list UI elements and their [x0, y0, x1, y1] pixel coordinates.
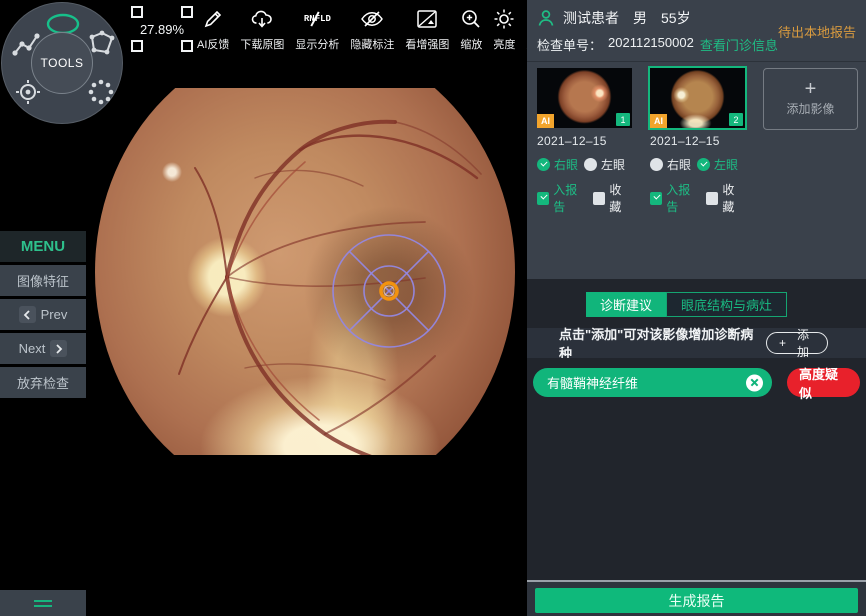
favorite-checkbox[interactable]: 收藏: [593, 181, 632, 215]
favorite-checkbox[interactable]: 收藏: [706, 181, 745, 215]
image-number-badge: 1: [616, 113, 630, 126]
report-status-badge: 待出本地报告: [778, 22, 856, 41]
patient-header: 测试患者 男 55岁 待出本地报告 检查单号： 202112150002 查看门…: [527, 0, 866, 62]
cloud-download-icon: [250, 6, 274, 32]
image-viewer-canvas[interactable]: TOOLS 27.89% AI反馈 下载原图: [0, 0, 527, 616]
image-number-badge: 2: [729, 113, 743, 126]
ai-badge: AI: [650, 114, 667, 128]
panel-footer: 生成报告: [527, 582, 866, 616]
fundus-image[interactable]: [95, 88, 515, 455]
include-in-report-checkbox[interactable]: 入报告: [537, 181, 587, 215]
diagnosis-tag-row: 有髓鞘神经纤维 高度疑似: [533, 368, 860, 397]
image-toolbar: AI反馈 下载原图 RNFLD 显示分析: [197, 6, 559, 52]
right-eye-radio[interactable]: 右眼: [650, 156, 691, 173]
patient-icon: [537, 9, 555, 27]
checkbox-unchecked-icon: [593, 192, 605, 205]
plus-icon: +: [779, 336, 786, 350]
download-original-button[interactable]: 下载原图: [240, 6, 284, 52]
image-thumbnails: AI 1 2021–12–15 右眼 左眼 入报告: [527, 68, 866, 215]
viewer-menu: MENU 图像特征 Prev Next 放弃检查: [0, 231, 86, 398]
rnfld-icon: RNFLD: [304, 6, 331, 32]
brightness-icon: [493, 6, 515, 32]
macula-target-annotation[interactable]: [324, 226, 454, 356]
target-tool-icon[interactable]: [15, 79, 41, 105]
menu-item-image-features[interactable]: 图像特征: [0, 265, 86, 296]
diagnosis-list-zone: 有髓鞘神经纤维 高度疑似: [527, 358, 866, 580]
diagnosis-tabs-zone: 诊断建议 眼底结构与病灶: [527, 279, 866, 328]
ai-feedback-button[interactable]: AI反馈: [197, 6, 229, 52]
remove-diagnosis-icon[interactable]: [746, 374, 763, 391]
frame-corner: [131, 40, 143, 52]
frame-corner: [181, 6, 193, 18]
enhanced-image-icon: [416, 6, 438, 32]
generate-report-button[interactable]: 生成报告: [535, 588, 858, 613]
patient-age: 55岁: [661, 8, 691, 28]
checkbox-unchecked-icon: [706, 192, 718, 205]
exam-no-label: 检查单号：: [537, 35, 602, 54]
capture-date: 2021–12–15: [650, 134, 745, 148]
freehand-region-tool-icon[interactable]: [87, 78, 115, 106]
severity-badge: 高度疑似: [787, 368, 860, 397]
checkbox-checked-icon: [650, 192, 662, 205]
menu-item-prev[interactable]: Prev: [0, 299, 86, 330]
radio-checked-icon: [537, 158, 550, 171]
patient-name: 测试患者: [563, 8, 619, 28]
tab-fundus-structure-lesions[interactable]: 眼底结构与病灶: [666, 292, 787, 317]
zoom-button[interactable]: 缩放: [460, 6, 482, 52]
capture-date: 2021–12–15: [537, 134, 632, 148]
chevron-right-icon[interactable]: [50, 340, 67, 357]
frame-corner: [181, 40, 193, 52]
collapsed-menu-button[interactable]: [0, 590, 86, 616]
patient-gender: 男: [633, 8, 647, 28]
outpatient-info-link[interactable]: 查看门诊信息: [700, 35, 778, 54]
add-image-button[interactable]: + 添加影像: [763, 68, 858, 130]
radio-checked-icon: [697, 158, 710, 171]
checkbox-checked-icon: [537, 192, 549, 205]
enhanced-image-button[interactable]: 看增强图: [405, 6, 449, 52]
left-eye-radio[interactable]: 左眼: [584, 156, 625, 173]
include-in-report-checkbox[interactable]: 入报告: [650, 181, 700, 215]
zoom-in-icon: [460, 6, 482, 32]
add-diagnosis-button[interactable]: + 添加: [766, 332, 828, 354]
fundus-reading-app: { "colors": { "accent_green": "#12b67e",…: [0, 0, 866, 616]
thumbnail-column-1: AI 1 2021–12–15 右眼 左眼 入报告: [537, 68, 632, 215]
pencil-icon: [202, 6, 224, 32]
hamburger-icon: [34, 600, 52, 607]
chevron-left-icon[interactable]: [19, 306, 36, 323]
thumbnail-1[interactable]: AI 1: [537, 68, 632, 128]
add-diagnosis-hint: 点击"添加"可对该影像增加诊断病种: [559, 324, 766, 362]
plus-icon: +: [805, 81, 817, 97]
tools-hub-button[interactable]: TOOLS: [31, 32, 93, 94]
add-diagnosis-row: 点击"添加"可对该影像增加诊断病种 + 添加: [527, 328, 866, 358]
menu-item-abandon-exam[interactable]: 放弃检查: [0, 367, 86, 398]
right-eye-radio[interactable]: 右眼: [537, 156, 578, 173]
frame-corner: [131, 6, 143, 18]
exam-no-value: 202112150002: [608, 35, 694, 54]
eye-off-icon: [359, 6, 385, 32]
zoom-level-value: 27.89%: [140, 22, 184, 37]
radio-unchecked-icon: [584, 158, 597, 171]
exam-side-panel: 测试患者 男 55岁 待出本地报告 检查单号： 202112150002 查看门…: [527, 0, 866, 616]
thumbnail-column-2: AI 2 2021–12–15 右眼 左眼 入报告: [650, 68, 745, 215]
brightness-button[interactable]: 亮度: [493, 6, 515, 52]
hide-annotations-button[interactable]: 隐藏标注: [350, 6, 394, 52]
add-image-column: + 添加影像: [763, 68, 858, 215]
radio-unchecked-icon: [650, 158, 663, 171]
tools-wheel[interactable]: TOOLS: [1, 2, 123, 124]
show-analysis-button[interactable]: RNFLD 显示分析: [295, 6, 339, 52]
polygon-tool-icon[interactable]: [88, 30, 116, 57]
zoom-level-indicator: 27.89%: [131, 6, 193, 52]
tools-hub-label: TOOLS: [41, 56, 84, 70]
left-eye-radio[interactable]: 左眼: [697, 156, 738, 173]
thumbnail-2[interactable]: AI 2: [650, 68, 745, 128]
menu-item-next[interactable]: Next: [0, 333, 86, 364]
diagnosis-tag-label: 有髓鞘神经纤维: [547, 373, 638, 392]
menu-header: MENU: [0, 231, 86, 262]
diagnosis-tag[interactable]: 有髓鞘神经纤维: [533, 368, 772, 397]
tab-diagnosis-suggestion[interactable]: 诊断建议: [586, 292, 666, 317]
ai-badge: AI: [537, 114, 554, 128]
